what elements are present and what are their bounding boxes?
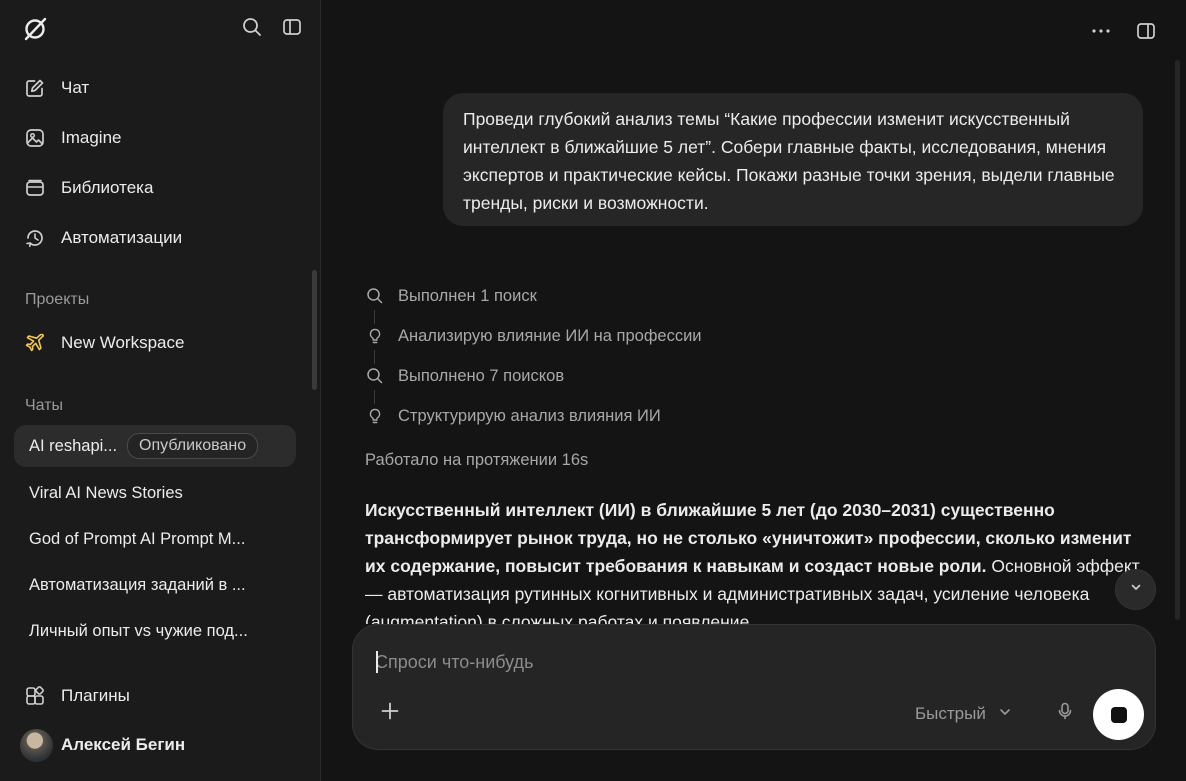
worked-duration[interactable]: Работало на протяжении 16s — [365, 451, 588, 470]
plugins-icon — [24, 685, 46, 707]
sidebar: Чат Imagine Библиотека Автоматизации Про… — [0, 0, 321, 781]
step-thinking[interactable]: Анализирую влияние ИИ на профессии — [365, 326, 702, 346]
sidebar-item-chat[interactable]: Чат — [14, 68, 304, 108]
library-icon — [24, 177, 46, 199]
sidebar-item-automations[interactable]: Автоматизации — [14, 218, 304, 258]
sidebar-item-label: Чат — [61, 78, 90, 97]
step-search[interactable]: Выполнен 1 поиск — [365, 286, 537, 306]
edit-icon — [24, 77, 46, 99]
step-connector — [374, 310, 375, 324]
step-text: Выполнен 1 поиск — [398, 286, 537, 305]
step-thinking[interactable]: Структурирую анализ влияния ИИ — [365, 406, 661, 426]
avatar[interactable] — [20, 729, 53, 762]
step-connector — [374, 390, 375, 404]
chat-item-label: AI reshapi... — [29, 436, 118, 455]
sidebar-item-label: Автоматизации — [61, 228, 183, 247]
message-input[interactable] — [375, 645, 895, 679]
clock-refresh-icon — [24, 227, 46, 249]
step-text: Анализирую влияние ИИ на профессии — [398, 326, 702, 345]
chat-main: Проведи глубокий анализ темы “Какие проф… — [322, 0, 1186, 781]
chat-item-label: Личный опыт vs чужие под... — [29, 621, 248, 640]
sidebar-scrollbar[interactable] — [312, 270, 317, 390]
plus-icon — [380, 701, 400, 726]
side-panel-icon[interactable] — [1135, 20, 1157, 42]
chat-item-label: Автоматизация заданий в ... — [29, 575, 246, 594]
chat-item-label: God of Prompt AI Prompt M... — [29, 529, 246, 548]
published-badge: Опубликовано — [127, 433, 259, 459]
project-label: New Workspace — [61, 333, 185, 352]
search-icon — [365, 286, 385, 306]
chat-item[interactable]: Личный опыт vs чужие под... — [14, 610, 296, 652]
search-icon — [365, 366, 385, 386]
grok-logo-icon[interactable] — [22, 16, 48, 42]
stop-icon — [1110, 706, 1127, 723]
step-connector — [374, 350, 375, 364]
lightbulb-icon — [365, 326, 385, 346]
text-caret — [376, 651, 378, 673]
project-item-new-workspace[interactable]: New Workspace — [14, 323, 304, 363]
chevron-down-icon — [998, 704, 1012, 724]
more-options-icon[interactable] — [1090, 20, 1112, 42]
sidebar-item-label: Библиотека — [61, 178, 154, 197]
mode-label: Быстрый — [915, 704, 986, 723]
user-message-bubble: Проведи глубокий анализ темы “Какие проф… — [443, 93, 1143, 226]
chat-item-active[interactable]: AI reshapi... Опубликовано — [14, 425, 296, 467]
sidebar-item-label: Плагины — [61, 686, 130, 705]
step-text: Структурирую анализ влияния ИИ — [398, 406, 661, 425]
chevron-down-icon — [1129, 580, 1143, 599]
sidebar-toggle-icon[interactable] — [281, 16, 303, 38]
microphone-icon — [1055, 701, 1075, 726]
scroll-down-button[interactable] — [1115, 569, 1156, 610]
search-icon[interactable] — [241, 16, 263, 38]
chat-item[interactable]: Автоматизация заданий в ... — [14, 564, 296, 606]
image-icon — [24, 127, 46, 149]
lightbulb-icon — [365, 406, 385, 426]
main-scrollbar[interactable] — [1175, 60, 1180, 620]
sidebar-item-plugins[interactable]: Плагины — [14, 676, 304, 716]
microphone-button[interactable] — [1053, 701, 1077, 725]
assistant-answer: Искусственный интеллект (ИИ) в ближайшие… — [365, 496, 1145, 624]
attach-button[interactable] — [378, 701, 402, 725]
user-name[interactable]: Алексей Бегин — [61, 735, 185, 755]
sidebar-item-library[interactable]: Библиотека — [14, 168, 304, 208]
step-text: Выполнено 7 поисков — [398, 366, 565, 385]
chats-section-title: Чаты — [25, 397, 64, 414]
projects-section-title: Проекты — [25, 291, 90, 308]
sidebar-item-label: Imagine — [61, 128, 122, 147]
chat-item-label: Viral AI News Stories — [29, 483, 183, 502]
stop-button[interactable] — [1093, 689, 1144, 740]
chat-item[interactable]: Viral AI News Stories — [14, 472, 296, 514]
plane-icon — [24, 332, 46, 354]
sidebar-item-imagine[interactable]: Imagine — [14, 118, 304, 158]
step-search[interactable]: Выполнено 7 поисков — [365, 366, 564, 386]
composer: Быстрый — [352, 624, 1156, 750]
chat-item[interactable]: God of Prompt AI Prompt M... — [14, 518, 296, 560]
model-mode-select[interactable]: Быстрый — [915, 701, 1012, 727]
